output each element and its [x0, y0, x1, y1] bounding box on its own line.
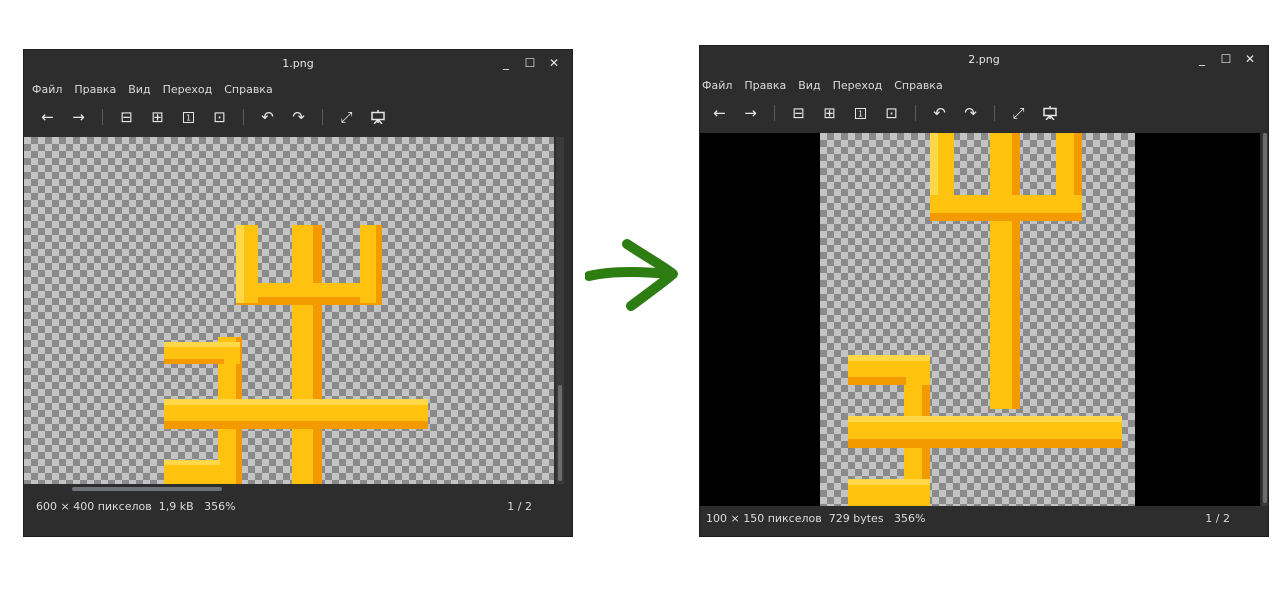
- arrow-left-icon: ←: [713, 104, 726, 122]
- rotate-right-button[interactable]: ↷: [283, 104, 314, 130]
- toolbar-separator: [102, 109, 103, 125]
- slideshow-icon: [370, 110, 385, 124]
- svg-text:1: 1: [858, 109, 863, 118]
- rotate-left-icon: ↶: [261, 108, 274, 126]
- zoom-in-icon: ⊞: [151, 108, 164, 126]
- page-counter: 1 / 2: [1205, 511, 1230, 525]
- toolbar-separator: [243, 109, 244, 125]
- rotate-left-button[interactable]: ↶: [924, 100, 955, 126]
- viewer-window-1: 1.png _ ☐ ✕ Файл Правка Вид Переход Спра…: [24, 50, 572, 536]
- svg-text:1: 1: [186, 113, 191, 122]
- toolbar-separator: [915, 105, 916, 121]
- viewer-window-2: 2.png _ ☐ ✕ Файл Правка Вид Переход Спра…: [700, 46, 1268, 536]
- zoom-in-button[interactable]: ⊞: [814, 100, 845, 126]
- rotate-left-icon: ↶: [933, 104, 946, 122]
- fullscreen-icon: ⤢: [1012, 104, 1025, 122]
- maximize-button[interactable]: ☐: [1216, 50, 1236, 68]
- scrollbar-thumb[interactable]: [558, 385, 562, 481]
- menu-help[interactable]: Справка: [224, 83, 272, 96]
- menu-view[interactable]: Вид: [798, 79, 820, 92]
- menu-edit[interactable]: Правка: [74, 83, 116, 96]
- zoom-fit-icon: ⊡: [213, 108, 226, 126]
- image-viewport[interactable]: [24, 137, 554, 484]
- zoom-normal-icon: 1: [183, 111, 194, 123]
- fullscreen-icon: ⤢: [340, 108, 353, 126]
- zoom-normal-icon: 1: [855, 107, 866, 119]
- trident-image: [164, 225, 428, 484]
- status-bar: 100 × 150 пикселов 729 bytes 356% 1 / 2: [700, 500, 1268, 536]
- trident-image: [848, 133, 1122, 506]
- page-counter: 1 / 2: [507, 499, 532, 513]
- close-button[interactable]: ✕: [1240, 50, 1260, 68]
- zoom-out-button[interactable]: ⊟: [111, 104, 142, 130]
- zoom-out-button[interactable]: ⊟: [783, 100, 814, 126]
- close-button[interactable]: ✕: [544, 54, 564, 72]
- arrow-right-icon: →: [744, 104, 757, 122]
- zoom-normal-button[interactable]: 1: [845, 100, 876, 126]
- menu-go[interactable]: Переход: [163, 83, 213, 96]
- forward-button[interactable]: →: [63, 104, 94, 130]
- slideshow-button[interactable]: [1034, 100, 1065, 126]
- zoom-out-icon: ⊟: [120, 108, 133, 126]
- zoom-level: 356%: [204, 499, 236, 513]
- rotate-right-button[interactable]: ↷: [955, 100, 986, 126]
- window-title: 1.png: [282, 57, 314, 70]
- zoom-in-button[interactable]: ⊞: [142, 104, 173, 130]
- rotate-left-button[interactable]: ↶: [252, 104, 283, 130]
- image-info: 100 × 150 пикселов 729 bytes 356%: [700, 512, 1205, 525]
- arrow-right-icon: →: [72, 108, 85, 126]
- scrollbar-thumb[interactable]: [1263, 133, 1267, 503]
- toolbar: ← → ⊟ ⊞ 1 ⊡ ↶ ↷ ⤢: [24, 100, 572, 134]
- toolbar-separator: [994, 105, 995, 121]
- zoom-fit-icon: ⊡: [885, 104, 898, 122]
- minimize-button[interactable]: _: [1192, 50, 1212, 68]
- menu-bar: Файл Правка Вид Переход Справка: [24, 78, 572, 100]
- zoom-level: 356%: [894, 511, 926, 525]
- vertical-scrollbar[interactable]: [1262, 133, 1268, 506]
- file-size: 729 bytes: [828, 511, 884, 525]
- zoom-normal-button[interactable]: 1: [173, 104, 204, 130]
- window-title: 2.png: [968, 53, 1000, 66]
- forward-button[interactable]: →: [735, 100, 766, 126]
- minimize-button[interactable]: _: [496, 54, 516, 72]
- back-button[interactable]: ←: [32, 104, 63, 130]
- vertical-scrollbar[interactable]: [556, 137, 564, 484]
- file-size: 1,9 kB: [158, 499, 194, 513]
- rotate-right-icon: ↷: [292, 108, 305, 126]
- title-bar[interactable]: 2.png _ ☐ ✕: [700, 46, 1268, 74]
- title-bar[interactable]: 1.png _ ☐ ✕: [24, 50, 572, 78]
- arrow-right-icon: [585, 239, 678, 311]
- zoom-in-icon: ⊞: [823, 104, 836, 122]
- zoom-fit-button[interactable]: ⊡: [876, 100, 907, 126]
- arrow-left-icon: ←: [41, 108, 54, 126]
- menu-edit[interactable]: Правка: [744, 79, 786, 92]
- slideshow-button[interactable]: [362, 104, 393, 130]
- status-bar: 600 × 400 пикселов 1,9 kB 356% 1 / 2: [24, 488, 572, 524]
- image-dimensions: 100 × 150 пикселов: [706, 511, 822, 525]
- menu-bar: Файл Правка Вид Переход Справка: [700, 74, 1268, 96]
- image-canvas: [820, 133, 1135, 506]
- zoom-fit-button[interactable]: ⊡: [204, 104, 235, 130]
- menu-help[interactable]: Справка: [894, 79, 942, 92]
- zoom-out-icon: ⊟: [792, 104, 805, 122]
- image-info: 600 × 400 пикселов 1,9 kB 356%: [24, 500, 507, 513]
- slideshow-icon: [1042, 106, 1057, 120]
- back-button[interactable]: ←: [704, 100, 735, 126]
- menu-file[interactable]: Файл: [702, 79, 732, 92]
- menu-file[interactable]: Файл: [32, 83, 62, 96]
- menu-go[interactable]: Переход: [833, 79, 883, 92]
- image-viewport[interactable]: [700, 133, 1260, 506]
- menu-view[interactable]: Вид: [128, 83, 150, 96]
- maximize-button[interactable]: ☐: [520, 54, 540, 72]
- fullscreen-button[interactable]: ⤢: [331, 104, 362, 130]
- toolbar-separator: [322, 109, 323, 125]
- toolbar: ← → ⊟ ⊞ 1 ⊡ ↶ ↷ ⤢: [700, 96, 1268, 130]
- image-dimensions: 600 × 400 пикселов: [36, 499, 152, 513]
- toolbar-separator: [774, 105, 775, 121]
- fullscreen-button[interactable]: ⤢: [1003, 100, 1034, 126]
- rotate-right-icon: ↷: [964, 104, 977, 122]
